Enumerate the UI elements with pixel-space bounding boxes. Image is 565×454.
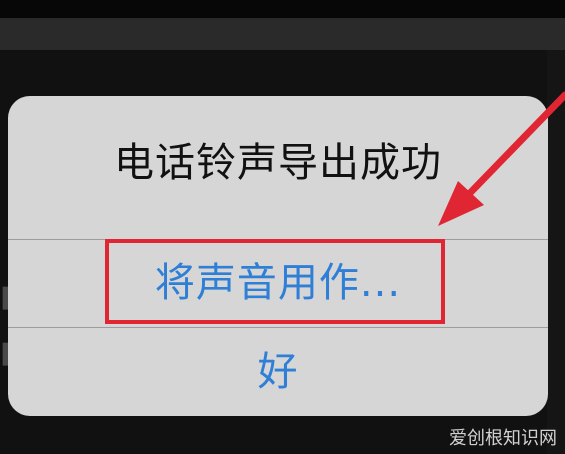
watermark: 爱创根知识网: [449, 428, 557, 449]
status-bar: [0, 0, 565, 18]
ok-button[interactable]: 好: [8, 328, 548, 416]
background-panel: [547, 50, 565, 454]
dialog-title: 电话铃声导出成功: [114, 140, 442, 186]
navigation-bar: [0, 18, 565, 50]
annotation-highlight-box: [105, 239, 445, 324]
screen: ■ ■ 电话铃声导出成功 将声音用作... 好 爱创根知识网: [0, 0, 565, 454]
